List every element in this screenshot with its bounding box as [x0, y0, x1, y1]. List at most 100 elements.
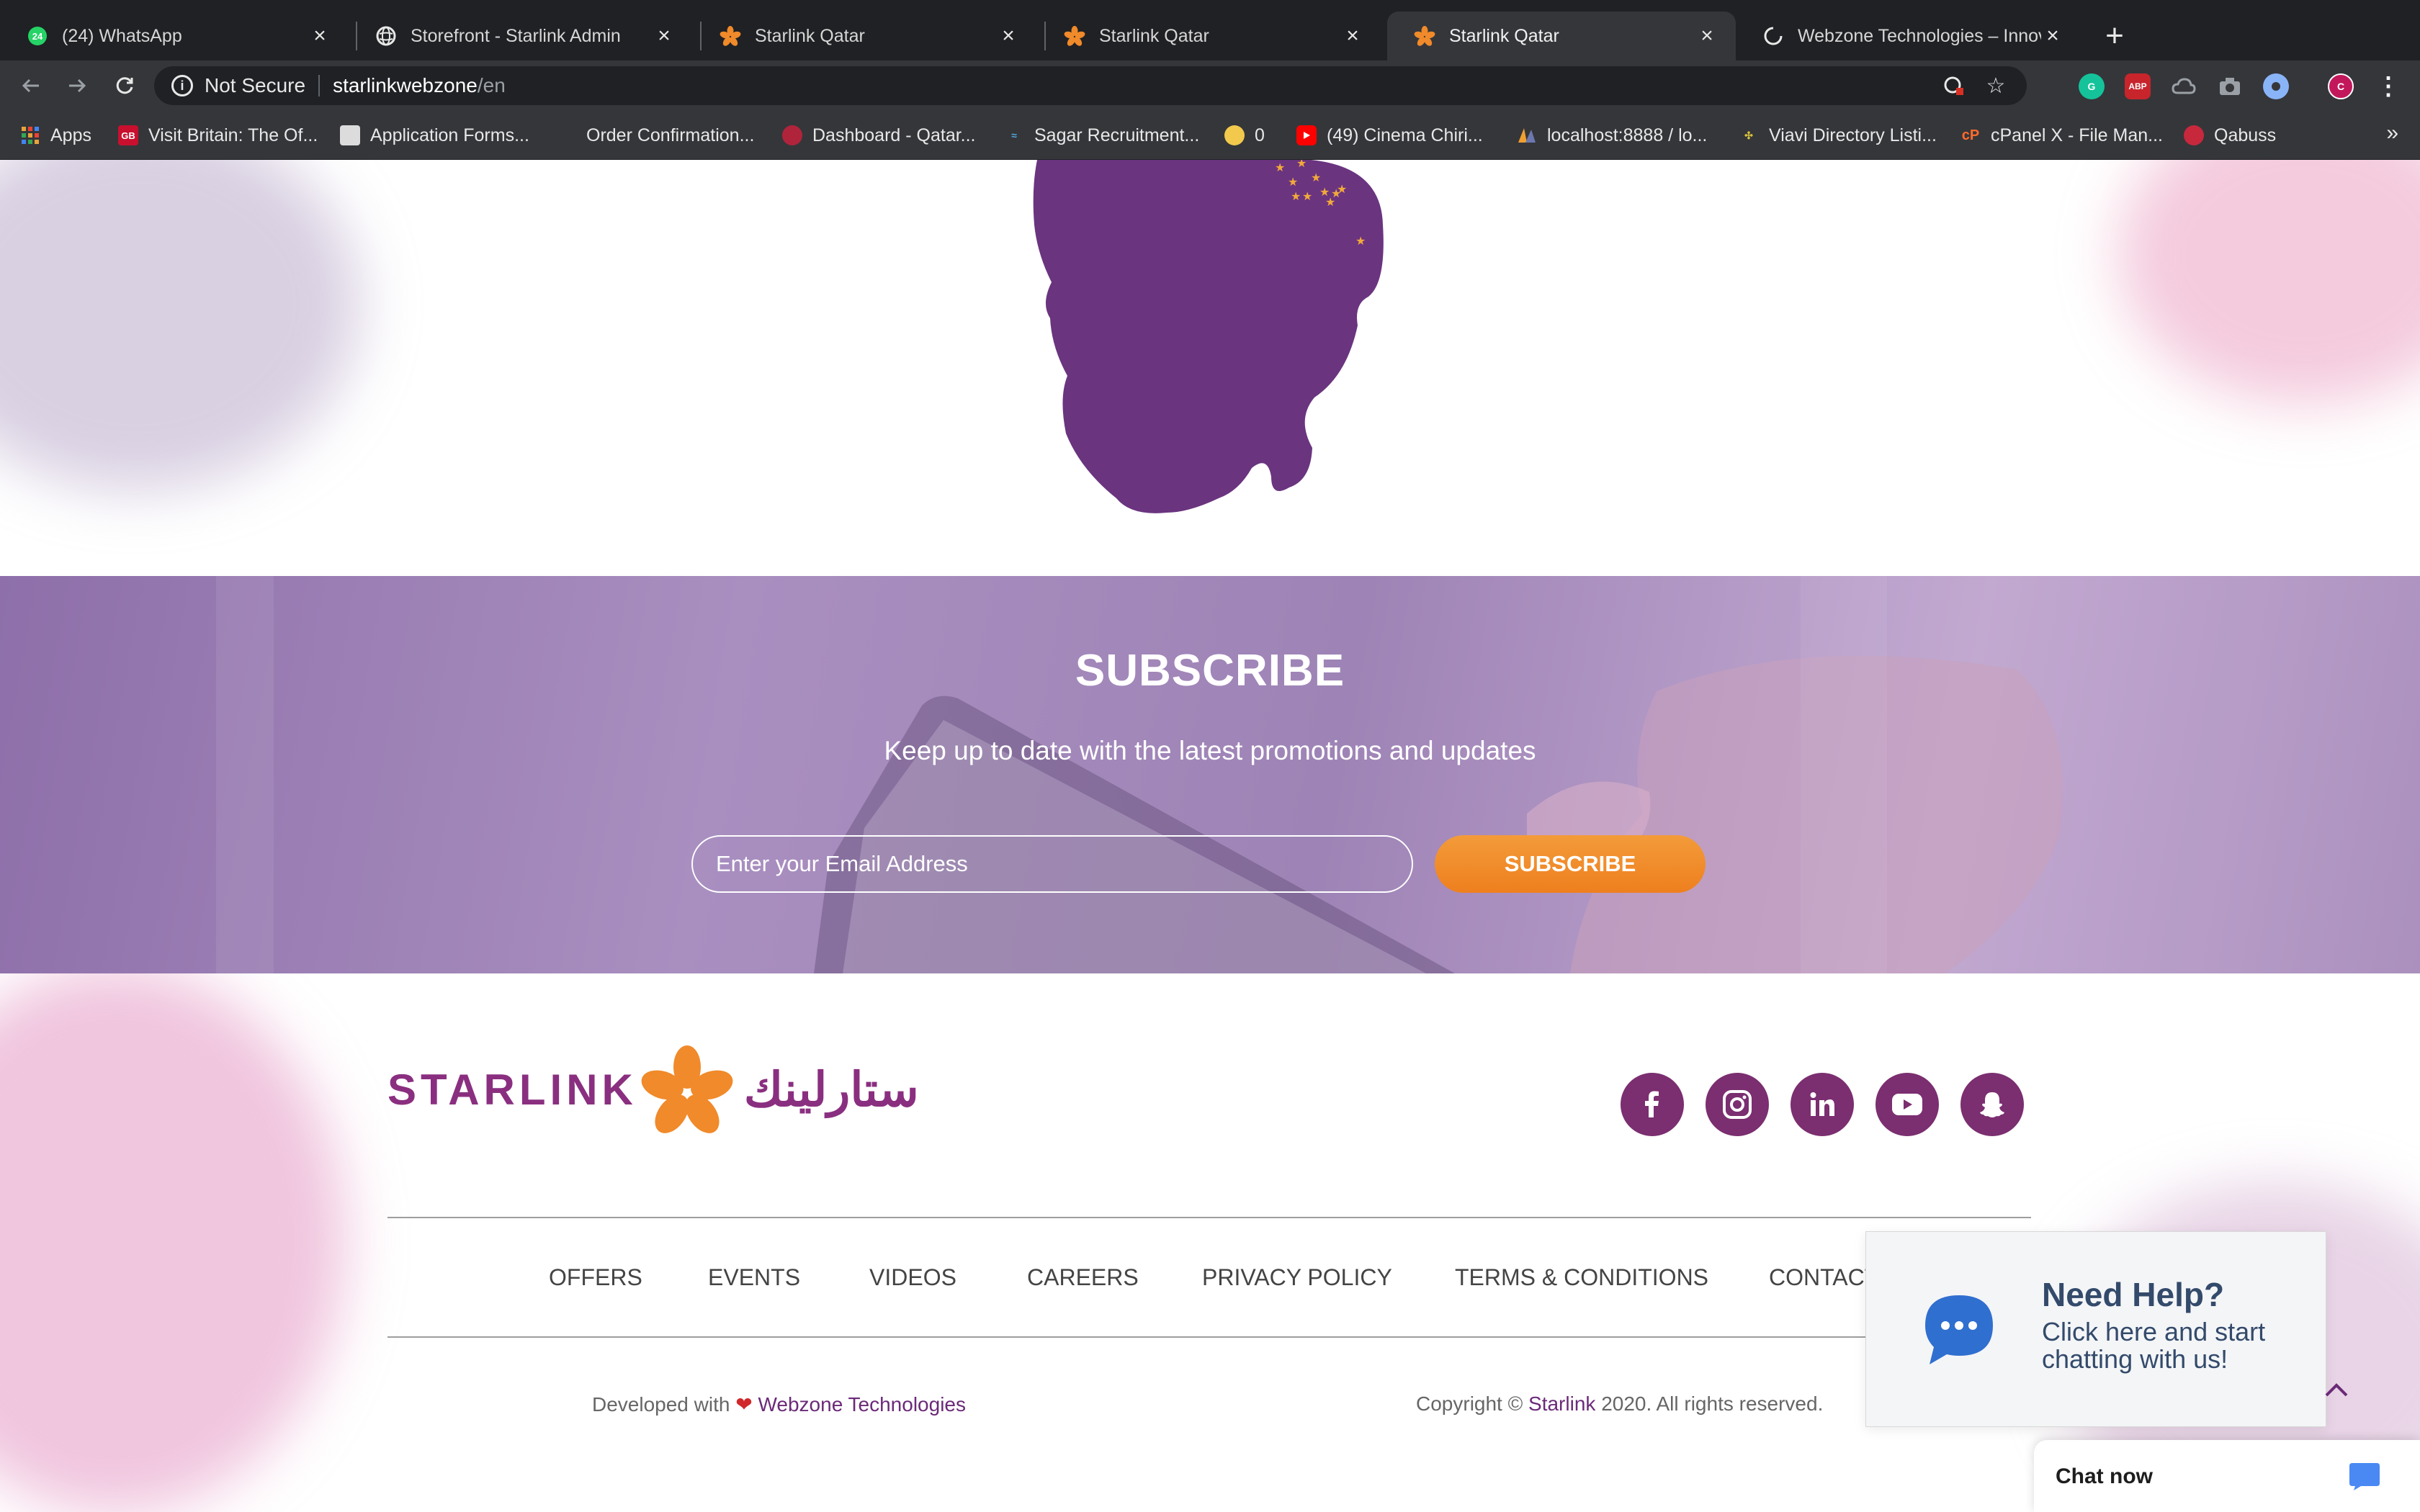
youtube-link[interactable]: [1876, 1073, 1939, 1136]
scroll-to-top-button[interactable]: [2322, 1375, 2351, 1404]
loading-icon: [1762, 24, 1785, 48]
bookmark-viavi-directory[interactable]: ✣ Viavi Directory Listi...: [1739, 121, 1937, 150]
back-button[interactable]: [13, 68, 49, 104]
phpmyadmin-icon: [1517, 125, 1537, 145]
bookmark-order-confirmation[interactable]: Order Confirmation...: [563, 121, 754, 150]
starlink-logo[interactable]: STARLINK ستارلينك: [387, 1043, 919, 1136]
svg-text:★: ★: [1302, 189, 1312, 203]
bookmarks-overflow-button[interactable]: »: [2386, 121, 2398, 145]
bookmark-sagar-recruitment[interactable]: ≈ Sagar Recruitment...: [1004, 121, 1199, 150]
footer-link-terms-conditions[interactable]: TERMS & CONDITIONS: [1455, 1264, 1708, 1291]
subscribe-subtitle: Keep up to date with the latest promotio…: [884, 736, 1536, 765]
adblock-icon[interactable]: ABP: [2125, 73, 2151, 99]
svg-text:★: ★: [1291, 189, 1301, 203]
bookmark-counter[interactable]: 0: [1224, 121, 1265, 150]
form-icon: [340, 125, 360, 145]
tab-whatsapp[interactable]: 24 (24) WhatsApp ×: [0, 12, 349, 60]
chat-now-bar[interactable]: Chat now: [2034, 1440, 2420, 1512]
copyright-text: Copyright © Starlink 2020. All rights re…: [1416, 1392, 1823, 1416]
phone-hand-background: [0, 576, 2420, 973]
bookmark-star-icon[interactable]: ☆: [1984, 73, 2008, 98]
bookmark-label: Sagar Recruitment...: [1034, 125, 1200, 145]
tab-webzone[interactable]: Webzone Technologies – Innovat ×: [1736, 12, 2081, 60]
qatar-map-image: ★ ★★ ★★ ★ ★ ★★ ★★: [1033, 160, 1384, 513]
close-icon[interactable]: ×: [653, 24, 676, 48]
close-icon[interactable]: ×: [1341, 24, 1364, 48]
bookmark-visit-britain[interactable]: GB Visit Britain: The Of...: [118, 121, 318, 150]
instagram-link[interactable]: [1706, 1073, 1769, 1136]
svg-text:★: ★: [1296, 160, 1307, 170]
tab-starlink-qatar-2[interactable]: Starlink Qatar ×: [1037, 12, 1381, 60]
heart-icon: ❤: [735, 1393, 753, 1416]
snapchat-link[interactable]: [1960, 1073, 2024, 1136]
chat-icon: [2349, 1463, 2380, 1490]
reload-button[interactable]: [107, 68, 143, 104]
footer-link-events[interactable]: EVENTS: [708, 1264, 800, 1291]
subscribe-button[interactable]: SUBSCRIBE: [1435, 835, 1706, 893]
avatar[interactable]: C: [2328, 73, 2354, 99]
footer-link-videos[interactable]: VIDEOS: [869, 1264, 956, 1291]
apple-icon: [563, 125, 576, 145]
url-path: /en: [477, 74, 506, 96]
tab-title: Webzone Technologies – Innovat: [1798, 25, 2041, 46]
blocked-cookies-icon[interactable]: [1942, 73, 1966, 98]
whatsapp-icon: 24: [26, 24, 49, 48]
webzone-link[interactable]: Webzone Technologies: [758, 1393, 966, 1416]
facebook-link[interactable]: [1621, 1073, 1684, 1136]
bookmark-apps[interactable]: Apps: [20, 121, 91, 150]
close-icon[interactable]: ×: [2041, 24, 2064, 48]
tab-storefront-admin[interactable]: Storefront - Starlink Admin ×: [349, 12, 693, 60]
bookmark-cinema-chiri[interactable]: (49) Cinema Chiri...: [1296, 121, 1483, 150]
tab-starlink-qatar-active[interactable]: Starlink Qatar ×: [1387, 12, 1736, 60]
info-icon[interactable]: i: [171, 75, 193, 96]
youtube-icon: [1296, 125, 1317, 145]
facebook-icon: [1645, 1091, 1659, 1117]
need-help-card[interactable]: Need Help? Click here and start chatting…: [1865, 1231, 2326, 1427]
globe-icon: [375, 24, 398, 48]
bookmark-cpanel[interactable]: cP cPanel X - File Man...: [1960, 121, 2163, 150]
close-icon[interactable]: ×: [308, 24, 331, 48]
youtube-icon: [1892, 1094, 1922, 1115]
developer-credit: Developed with ❤ Webzone Technologies: [592, 1392, 966, 1416]
menu-kebab-icon[interactable]: ⋮: [2375, 73, 2401, 100]
bookmark-label: Apps: [50, 125, 91, 145]
bookmark-label: Viavi Directory Listi...: [1769, 125, 1937, 145]
address-bar[interactable]: i Not Secure starlinkwebzone/en ☆: [154, 66, 2027, 105]
extension-cloud-icon[interactable]: [2171, 73, 2197, 99]
starlink-star-icon: [1413, 24, 1436, 48]
email-field[interactable]: [691, 835, 1413, 893]
web-page: ★ ★ ★ ★ ★ ★ ★ ★ ★ ★ ★ SUBSCRIBE Keep up to date…: [0, 160, 2420, 1512]
footer-link-careers[interactable]: CAREERS: [1027, 1264, 1139, 1291]
close-icon[interactable]: ×: [997, 24, 1020, 48]
bookmarks-bar: Apps GB Visit Britain: The Of... Applica…: [0, 111, 2420, 160]
chat-now-label: Chat now: [2056, 1464, 2153, 1488]
starlink-link[interactable]: Starlink: [1528, 1392, 1595, 1415]
forward-button[interactable]: [59, 68, 95, 104]
bookmark-application-forms[interactable]: Application Forms...: [340, 121, 529, 150]
footer-link-contact[interactable]: CONTACT: [1769, 1264, 1878, 1291]
svg-text:★: ★: [1355, 234, 1366, 248]
bookmark-qabuss[interactable]: Qabuss: [2184, 121, 2276, 150]
footer-link-privacy-policy[interactable]: PRIVACY POLICY: [1202, 1264, 1392, 1291]
svg-text:★: ★: [1311, 171, 1321, 184]
bookmark-label: Order Confirmation...: [586, 125, 755, 145]
bookmark-dashboard-qatar[interactable]: Dashboard - Qatar...: [782, 121, 976, 150]
new-tab-button[interactable]: +: [2094, 16, 2135, 56]
brand-name-en: STARLINK: [387, 1065, 637, 1114]
bookmark-label: 0: [1255, 125, 1265, 145]
starlink-star-icon: [719, 24, 742, 48]
watercolor-splash: [0, 966, 346, 1512]
help-title: Need Help?: [2042, 1276, 2225, 1313]
tab-starlink-qatar-1[interactable]: Starlink Qatar ×: [693, 12, 1037, 60]
subscribe-title: SUBSCRIBE: [1075, 646, 1345, 696]
bookmark-localhost[interactable]: localhost:8888 / lo...: [1517, 121, 1707, 150]
footer-divider: [387, 1336, 2031, 1338]
footer-link-offers[interactable]: OFFERS: [549, 1264, 642, 1291]
close-icon[interactable]: ×: [1695, 24, 1718, 48]
extension-shield-icon[interactable]: [2263, 73, 2289, 99]
camera-icon[interactable]: [2217, 73, 2243, 99]
url-host: starlinkwebzone: [333, 74, 478, 96]
tab-title: (24) WhatsApp: [62, 25, 182, 46]
linkedin-link[interactable]: [1791, 1073, 1854, 1136]
grammarly-icon[interactable]: G: [2079, 73, 2105, 99]
